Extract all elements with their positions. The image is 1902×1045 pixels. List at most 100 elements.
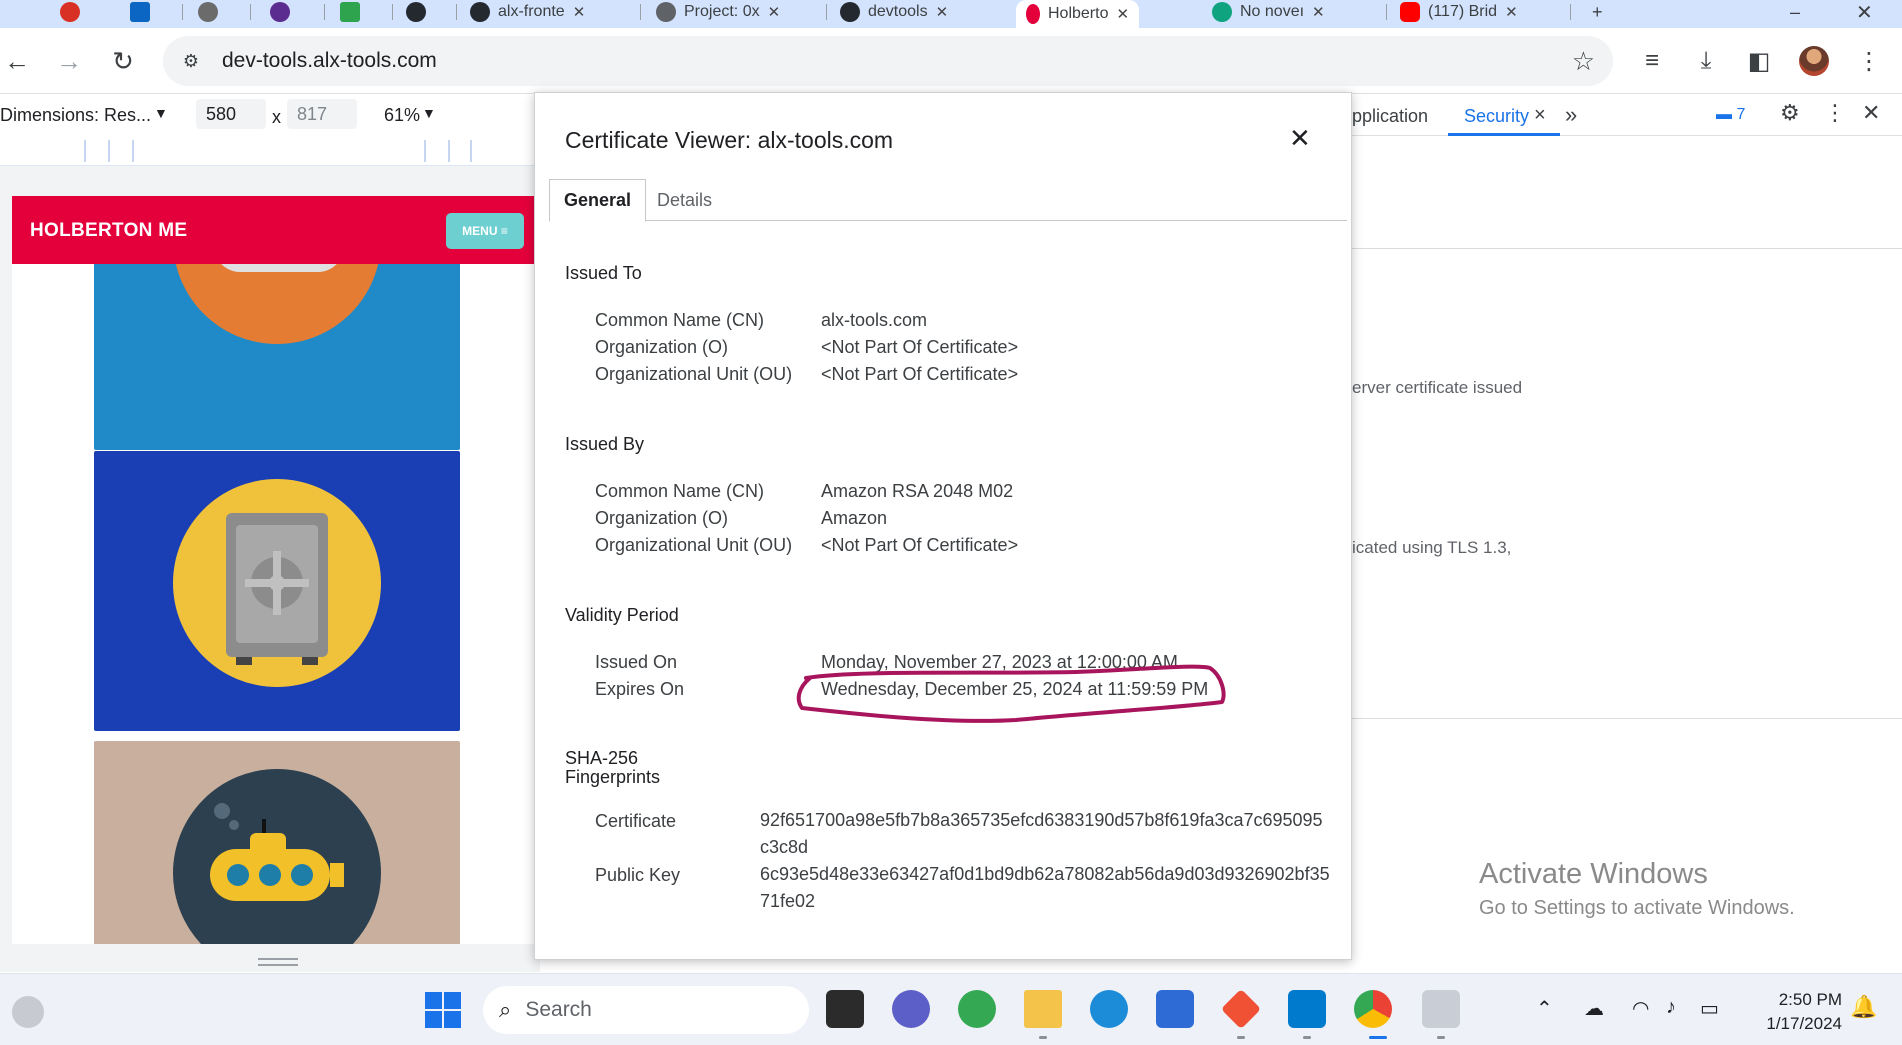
git-icon[interactable] <box>1220 988 1262 1030</box>
tab-title: alx-fronte <box>498 3 565 20</box>
issued-by-heading: Issued By <box>565 434 645 454</box>
battery-icon[interactable]: ▭ <box>1700 996 1719 1021</box>
divider <box>1352 718 1902 719</box>
site-info-icon[interactable]: ⚙ <box>176 46 206 76</box>
validity-heading: Validity Period <box>565 605 679 625</box>
field-label: Common Name (CN) <box>595 310 765 330</box>
back-button[interactable]: ← <box>0 44 34 78</box>
tab-application[interactable]: pplication <box>1352 106 1428 127</box>
weather-widget-icon[interactable] <box>12 996 44 1028</box>
browser-toolbar: ← → ↻ ⚙ dev-tools.alx-tools.com ☆ ≡ ⤓ ◧ … <box>0 28 1902 94</box>
media-playlist-icon[interactable]: ≡ <box>1635 44 1669 78</box>
tab-separator <box>392 4 393 20</box>
zoom-select[interactable]: 61% <box>384 105 420 126</box>
settings-gear-icon[interactable]: ⚙ <box>1780 100 1800 126</box>
tab-close-icon[interactable]: ✕ <box>1505 3 1518 21</box>
chevron-down-icon[interactable]: ▼ <box>422 105 436 121</box>
field-value: <Not Part Of Certificate> <box>821 337 1019 357</box>
chevron-up-icon[interactable]: ⌃ <box>1536 996 1553 1021</box>
submarine-icon <box>210 803 344 901</box>
notification-bell-icon[interactable]: 🔔 <box>1850 994 1877 1020</box>
store-icon[interactable] <box>1156 990 1194 1028</box>
tab-title: devtools <box>868 3 928 20</box>
card-image-submarine <box>94 741 460 944</box>
browser-tab[interactable] <box>60 0 88 24</box>
tab-general[interactable]: General <box>549 179 647 222</box>
minimize-button[interactable]: – <box>1790 0 1800 24</box>
browser-tab[interactable] <box>340 0 368 24</box>
safe-icon <box>226 513 328 665</box>
height-input[interactable]: 817 <box>287 99 357 129</box>
field-label: Common Name (CN) <box>595 481 765 501</box>
chrome-icon[interactable] <box>1354 990 1392 1028</box>
teams-icon[interactable] <box>892 990 930 1028</box>
profile-avatar[interactable] <box>1799 46 1829 76</box>
tab-security[interactable]: Security <box>1464 106 1529 127</box>
tab-favicon-icon <box>340 2 360 22</box>
side-panel-icon[interactable]: ◧ <box>1742 44 1776 78</box>
taskbar-search[interactable]: ⌕ Search <box>483 986 809 1034</box>
close-icon[interactable]: × <box>1534 104 1546 127</box>
close-devtools-icon[interactable]: ✕ <box>1862 100 1880 126</box>
forward-button[interactable]: → <box>52 44 86 78</box>
menu-button[interactable]: MENU ≡ <box>446 213 524 249</box>
browser-tab-active[interactable]: Holberto ✕ <box>1016 0 1140 28</box>
browser-tab[interactable]: alx-fronte ✕ <box>470 0 585 24</box>
edge-icon[interactable] <box>1090 990 1128 1028</box>
tab-close-icon[interactable]: ✕ <box>936 3 949 21</box>
github-icon <box>470 2 490 22</box>
bookmark-star-icon[interactable]: ☆ <box>1572 46 1595 77</box>
tab-close-icon[interactable]: ✕ <box>768 3 781 21</box>
address-bar[interactable]: ⚙ dev-tools.alx-tools.com ☆ <box>163 36 1613 86</box>
browser-tab[interactable]: Project: 0x ✕ <box>656 0 780 24</box>
kebab-menu-icon[interactable]: ⋮ <box>1824 100 1846 126</box>
close-icon[interactable]: ✕ <box>1289 123 1311 154</box>
wifi-icon[interactable]: ◠ <box>1632 996 1649 1021</box>
browser-tab[interactable]: No noveı ✕ <box>1212 0 1325 24</box>
field-value: Amazon <box>821 508 888 528</box>
more-tabs-icon[interactable]: » <box>1565 102 1577 128</box>
new-tab-button[interactable]: + <box>1592 0 1603 24</box>
field-label: Organizational Unit (OU) <box>595 364 793 384</box>
url-text[interactable]: dev-tools.alx-tools.com <box>222 49 437 73</box>
snipping-tool-icon[interactable] <box>1422 990 1460 1028</box>
issues-counter[interactable]: ▬ 7 <box>1716 106 1745 124</box>
start-button[interactable] <box>425 992 461 1028</box>
window-close-button[interactable]: ✕ <box>1856 0 1873 24</box>
system-clock[interactable]: 2:50 PM 1/17/2024 <box>1742 988 1842 1036</box>
github-icon <box>840 2 860 22</box>
file-explorer-icon[interactable] <box>1024 990 1062 1028</box>
tab-close-icon[interactable]: ✕ <box>573 3 586 21</box>
width-input[interactable]: 580 <box>196 99 266 129</box>
site-title[interactable]: HOLBERTON ME <box>30 220 187 242</box>
onedrive-icon[interactable]: ☁ <box>1584 996 1604 1021</box>
tab-separator <box>456 4 457 20</box>
tab-close-icon[interactable]: ✕ <box>1116 5 1129 23</box>
expires-on-value: Wednesday, December 25, 2024 at 11:59:59… <box>821 679 1209 699</box>
photos-icon[interactable] <box>958 990 996 1028</box>
dimensions-select[interactable]: Dimensions: Res... <box>0 105 151 126</box>
browser-tab[interactable] <box>406 0 434 24</box>
browser-tab[interactable] <box>198 0 226 24</box>
tab-title: (117) Brid <box>1428 3 1498 20</box>
reload-button[interactable]: ↻ <box>106 44 140 78</box>
dialog-title: Certificate Viewer: alx-tools.com <box>565 127 894 153</box>
chevron-down-icon[interactable]: ▼ <box>154 105 168 121</box>
chrome-menu-icon[interactable]: ⋮ <box>1852 44 1886 78</box>
browser-tab[interactable]: (117) Brid ✕ <box>1400 0 1518 24</box>
page-viewport: HOLBERTON ME MENU ≡ <box>12 196 540 944</box>
resize-handle[interactable] <box>258 958 298 966</box>
task-view-icon[interactable] <box>826 990 864 1028</box>
vscode-icon[interactable] <box>1288 990 1326 1028</box>
tab-close-icon[interactable]: ✕ <box>1312 3 1325 21</box>
search-icon: ⌕ <box>499 997 512 1022</box>
download-icon[interactable]: ⤓ <box>1689 44 1723 78</box>
browser-tab[interactable]: devtools ✕ <box>840 0 948 24</box>
media-query-ruler[interactable] <box>0 136 540 166</box>
browser-tab[interactable] <box>270 0 298 24</box>
volume-icon[interactable]: ♪ <box>1666 996 1676 1019</box>
browser-tab[interactable] <box>130 0 158 24</box>
tab-favicon-icon <box>1212 2 1232 22</box>
clock-time: 2:50 PM <box>1778 990 1842 1009</box>
tab-details[interactable]: Details <box>643 179 726 221</box>
